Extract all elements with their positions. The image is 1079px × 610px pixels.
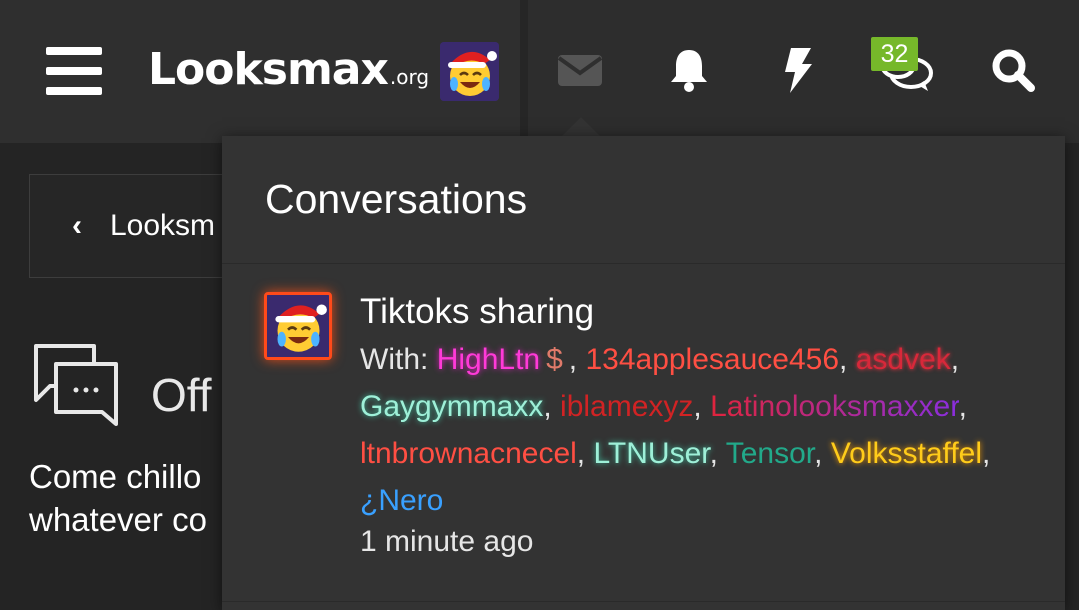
participant-username[interactable]: asdvek [856, 343, 951, 376]
whats-new-button[interactable] [768, 40, 828, 100]
dollar-sign-icon: $ [546, 343, 563, 376]
conversation-item[interactable]: Tiktoks sharing With: HighLtn $, 134apple… [222, 264, 1065, 602]
conversations-popup: Conversations Tiktoks sharing With: High… [222, 136, 1065, 610]
conversation-body: Tiktoks sharing With: HighLtn $, 134apple… [360, 292, 1050, 559]
lightning-icon [785, 48, 812, 93]
alerts-button[interactable] [659, 40, 719, 100]
top-navigation-bar: Looksmax .org 32 [0, 0, 1079, 143]
popup-header: Conversations [222, 136, 1065, 264]
participant-username[interactable]: ¿Nero [360, 484, 443, 517]
forum-conversation-icon [34, 344, 118, 426]
chat-count-badge: 32 [871, 37, 918, 71]
participant-username[interactable]: Latinolooksmaxxer [710, 390, 958, 423]
bell-icon [671, 50, 707, 92]
crying-laughing-santa-emoji-icon [440, 42, 499, 101]
participant-username[interactable]: Volksstaffel [831, 437, 982, 470]
participant-username[interactable]: iblamexyz [560, 390, 693, 423]
logo-tld: .org [389, 65, 430, 89]
participant-username[interactable]: HighLtn [437, 343, 540, 376]
conversation-timestamp: 1 minute ago [360, 525, 534, 558]
inbox-button[interactable] [550, 40, 610, 100]
participant-username[interactable]: LTNUser [593, 437, 709, 470]
popup-title: Conversations [265, 176, 528, 222]
hamburger-menu-icon[interactable] [46, 47, 102, 95]
search-icon [992, 49, 1035, 92]
site-logo[interactable]: Looksmax .org [148, 44, 429, 100]
search-button[interactable] [983, 40, 1043, 100]
conversation-title[interactable]: Tiktoks sharing [360, 292, 1050, 332]
chevron-left-icon: ‹ [72, 209, 82, 242]
conversation-avatar[interactable] [264, 292, 332, 360]
participant-username[interactable]: Tensor [726, 437, 814, 470]
with-label: With: [360, 343, 429, 376]
participant-username[interactable]: ltnbrownacnecel [360, 437, 577, 470]
popup-caret [562, 117, 600, 136]
participant-username[interactable]: Gaygymmaxx [360, 390, 543, 423]
topbar-divider [520, 0, 528, 143]
conversation-participants: With: HighLtn $, 134applesauce456, asdvek… [360, 343, 991, 517]
breadcrumb-label: Looksm [110, 209, 216, 242]
forum-title: Off [151, 369, 212, 421]
logo-text: Looksmax [148, 44, 389, 95]
participant-username[interactable]: 134applesauce456 [585, 343, 839, 376]
crying-laughing-santa-emoji-icon [267, 295, 329, 357]
envelope-icon [557, 55, 603, 86]
user-avatar[interactable] [440, 42, 499, 101]
